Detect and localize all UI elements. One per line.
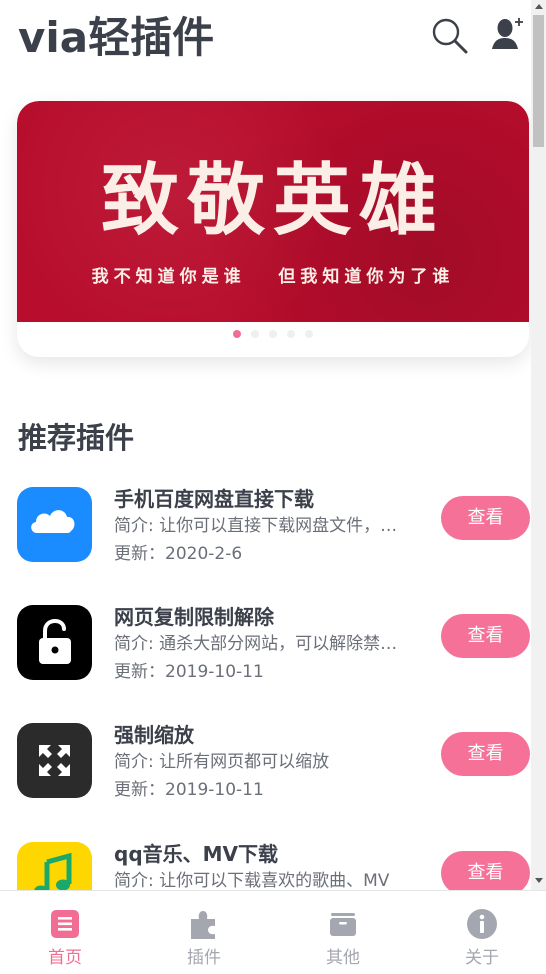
view-button[interactable]: 查看 bbox=[441, 732, 530, 776]
section-title: 推荐插件 bbox=[18, 421, 135, 455]
plugin-item[interactable]: 强制缩放 简介: 让所有网页都可以缩放 更新：2019-10-11 查看 bbox=[0, 723, 531, 823]
nav-label: 其他 bbox=[326, 948, 360, 968]
scroll-up-arrow-icon[interactable] bbox=[535, 4, 543, 9]
search-icon bbox=[432, 18, 468, 54]
banner-subtitle: 我不知道你是谁 但我知道你为了谁 bbox=[91, 267, 455, 287]
scrollbar-thumb[interactable] bbox=[533, 15, 544, 147]
plugin-update-date: 更新：2019-10-11 bbox=[114, 780, 264, 800]
nav-label: 关于 bbox=[465, 948, 499, 968]
plugin-description: 简介: 让所有网页都可以缩放 bbox=[114, 752, 330, 772]
nav-item-about[interactable]: 关于 bbox=[414, 891, 546, 974]
plugin-name: 强制缩放 bbox=[114, 723, 194, 747]
nav-item-other[interactable]: 其他 bbox=[275, 891, 411, 974]
user-add-icon bbox=[492, 18, 523, 49]
nav-item-plugins[interactable]: 插件 bbox=[136, 891, 272, 974]
banner-carousel[interactable]: 致敬英雄 我不知道你是谁 但我知道你为了谁 bbox=[17, 101, 529, 357]
nav-item-home[interactable]: 首页 bbox=[0, 891, 133, 974]
plugin-description: 简介: 让你可以直接下载网盘文件，无需客户端 bbox=[114, 516, 406, 536]
banner-image: 致敬英雄 我不知道你是谁 但我知道你为了谁 bbox=[17, 101, 529, 322]
plugin-item[interactable]: 网页复制限制解除 简介: 通杀大部分网站，可以解除禁止复制 更新：2019-10… bbox=[0, 605, 531, 705]
plugin-name: qq音乐、MV下载 bbox=[114, 842, 279, 866]
plugin-description: 简介: 通杀大部分网站，可以解除禁止复制 bbox=[114, 634, 406, 654]
box-icon bbox=[330, 913, 356, 936]
plugin-name: 手机百度网盘直接下载 bbox=[114, 487, 314, 511]
header: via轻插件 bbox=[0, 0, 531, 80]
unlock-icon bbox=[17, 605, 92, 680]
plugin-item[interactable]: qq音乐、MV下载 简介: 让你可以下载喜欢的歌曲、MV 查看 bbox=[0, 842, 531, 890]
page: via轻插件 致敬英雄 我不知道你是谁 但我知道你为了谁 推荐插件 手机百度网盘… bbox=[0, 0, 531, 890]
plugin-description: 简介: 让你可以下载喜欢的歌曲、MV bbox=[114, 871, 390, 890]
carousel-dot[interactable] bbox=[287, 330, 295, 338]
carousel-dot[interactable] bbox=[233, 330, 241, 338]
view-button[interactable]: 查看 bbox=[441, 851, 530, 890]
info-icon bbox=[467, 909, 497, 939]
nav-label: 首页 bbox=[48, 948, 82, 968]
carousel-dots bbox=[17, 330, 529, 342]
plugin-update-date: 更新：2019-10-11 bbox=[114, 662, 264, 682]
view-button[interactable]: 查看 bbox=[441, 614, 530, 658]
plugin-update-date: 更新：2020-2-6 bbox=[114, 544, 243, 564]
puzzle-icon bbox=[191, 911, 215, 939]
document-icon bbox=[51, 910, 79, 938]
carousel-dot[interactable] bbox=[251, 330, 259, 338]
carousel-dot[interactable] bbox=[269, 330, 277, 338]
carousel-dot[interactable] bbox=[305, 330, 313, 338]
expand-arrows-icon bbox=[17, 723, 92, 798]
plugin-name: 网页复制限制解除 bbox=[114, 605, 274, 629]
bottom-nav: 首页 插件 其他 关于 bbox=[0, 890, 546, 974]
cloud-icon bbox=[17, 487, 92, 562]
view-button[interactable]: 查看 bbox=[441, 496, 530, 540]
app-title: via轻插件 bbox=[18, 13, 215, 62]
music-note-icon bbox=[17, 842, 92, 890]
plugin-item[interactable]: 手机百度网盘直接下载 简介: 让你可以直接下载网盘文件，无需客户端 更新：202… bbox=[0, 487, 531, 587]
user-add-button[interactable] bbox=[490, 14, 526, 54]
search-button[interactable] bbox=[430, 16, 470, 56]
banner-heading: 致敬英雄 bbox=[100, 156, 445, 246]
scroll-down-arrow-icon[interactable] bbox=[535, 878, 543, 883]
scrollbar[interactable] bbox=[531, 0, 546, 890]
nav-label: 插件 bbox=[187, 948, 221, 968]
